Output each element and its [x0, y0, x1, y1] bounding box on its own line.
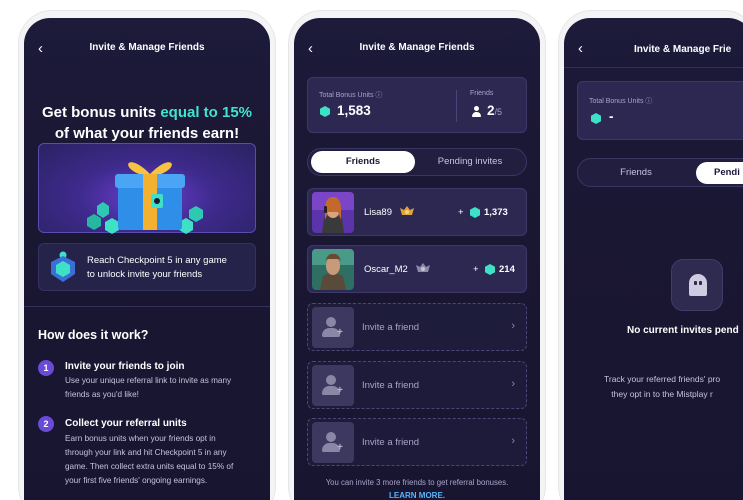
empty-desc-line: Track your referred friends' pro [604, 374, 721, 384]
total-bonus-value: - [609, 109, 614, 124]
unit-gem-icon [470, 207, 480, 218]
learn-more-link[interactable]: LEARN MORE. [294, 491, 540, 500]
step-desc-1: Use your unique referral link to invite … [65, 374, 256, 402]
step-desc-2-line: your first five friends' ongoing earning… [65, 476, 208, 485]
screen-invite-locked: ‹ Invite & Manage Friends Get bonus unit… [24, 18, 270, 500]
section-divider [24, 306, 270, 307]
empty-desc-line: they opt in to the Mistplay r [611, 389, 713, 399]
tab-pending-invites[interactable]: Pending invites [418, 151, 522, 173]
step-title-1: Invite your friends to join [65, 361, 185, 372]
header: ‹ Invite & Manage Friends [294, 18, 540, 78]
step-number-1: 1 [38, 360, 54, 376]
add-user-icon: + [312, 307, 354, 348]
gift-illustration [38, 143, 256, 234]
gold-rank-badge-icon [400, 206, 414, 215]
page-title: Invite & Manage Frie [634, 44, 732, 55]
remaining-invites-note: You can invite 3 more friends to get ref… [325, 478, 509, 487]
checkpoint-line1: Reach Checkpoint 5 in any game [87, 255, 227, 266]
invite-friend-slot[interactable]: + Invite a friend › [307, 418, 527, 466]
friend-row[interactable]: Lisa89 + 1,373 [307, 188, 527, 236]
header: ‹ Invite & Manage Friends [24, 18, 270, 78]
unit-gem-icon [591, 113, 601, 124]
step-desc-1-line: Use your unique referral link to invite … [65, 376, 232, 385]
empty-state-icon [671, 259, 723, 311]
step-title-2: Collect your referral units [65, 418, 187, 429]
ghost-icon [689, 274, 707, 296]
friends-label: Friends [470, 90, 494, 97]
friend-earnings: 214 [499, 264, 515, 275]
headline-highlight: equal to 15% [160, 104, 253, 121]
page-title: Invite & Manage Friends [89, 42, 205, 53]
invite-friend-slot[interactable]: + Invite a friend › [307, 303, 527, 351]
step-desc-2: Earn bonus units when your friends opt i… [65, 432, 256, 488]
tab-friends[interactable]: Friends [311, 151, 415, 173]
chevron-right-icon: › [511, 378, 515, 390]
plus-sign: + [473, 264, 479, 275]
person-icon [471, 106, 481, 117]
empty-state-description: Track your referred friends' pro they op… [604, 372, 720, 402]
total-bonus-value: 1,583 [337, 103, 371, 118]
total-bonus-label: Total Bonus Units ⓘ [319, 92, 383, 99]
add-user-icon: + [312, 365, 354, 406]
tab-bar: Friends Pending invites [307, 148, 527, 176]
step-desc-1-line: friends as you'd like! [65, 390, 139, 399]
header-divider [564, 67, 743, 68]
invite-label: Invite a friend [362, 322, 420, 333]
back-button[interactable]: ‹ [578, 40, 583, 57]
step-desc-2-line: game. Then collect extra units equal to … [65, 462, 234, 471]
friend-earnings: 1,373 [484, 207, 508, 218]
friend-name: Oscar_M2 [364, 264, 408, 275]
invite-label: Invite a friend [362, 380, 420, 391]
how-it-works-title: How does it work? [38, 328, 149, 342]
empty-state-title: No current invites pend [627, 325, 739, 336]
stats-separator [456, 90, 457, 122]
screen-pending-invites: ‹ Invite & Manage Frie Total Bonus Units… [564, 18, 743, 500]
unit-gem-icon [485, 264, 495, 275]
chevron-right-icon: › [511, 320, 515, 332]
gift-box-icon [87, 162, 203, 234]
friends-count-value: 2 [487, 103, 495, 118]
step-number-2: 2 [38, 416, 54, 432]
headline-part2: of what your friends earn! [54, 125, 240, 142]
avatar [312, 192, 354, 233]
add-user-icon: + [312, 422, 354, 463]
checkpoint-banner: Reach Checkpoint 5 in any game to unlock… [38, 243, 256, 291]
stats-card: Total Bonus Units ⓘ 1,583 Friends 2/5 [307, 77, 527, 133]
chevron-right-icon: › [511, 435, 515, 447]
invite-label: Invite a friend [362, 437, 420, 448]
friend-name: Lisa89 [364, 207, 392, 218]
friends-max: /5 [494, 107, 503, 117]
header: ‹ Invite & Manage Frie [564, 18, 743, 78]
step-desc-2-line: through your link and hit Checkpoint 5 i… [65, 448, 227, 457]
page-title: Invite & Manage Friends [359, 42, 475, 53]
checkpoint-line2: to unlock invite your friends [87, 269, 203, 280]
silver-rank-badge-icon [416, 263, 430, 272]
invite-friend-slot[interactable]: + Invite a friend › [307, 361, 527, 409]
tab-bar: Friends Pendi [577, 158, 743, 187]
unit-gem-icon [320, 106, 330, 117]
stats-card: Total Bonus Units ⓘ - [577, 81, 743, 140]
tab-friends[interactable]: Friends [581, 162, 691, 184]
friend-row[interactable]: Oscar_M2 + 214 [307, 245, 527, 293]
screen-friends-list: ‹ Invite & Manage Friends Total Bonus Un… [294, 18, 540, 500]
tab-pending-invites[interactable]: Pendi [696, 162, 743, 184]
headline-part1: Get bonus units [41, 104, 161, 121]
checkpoint-text: Reach Checkpoint 5 in any game to unlock… [87, 254, 227, 282]
avatar [312, 249, 354, 290]
plus-sign: + [458, 207, 464, 218]
checkpoint-shield-icon [51, 251, 75, 282]
friends-count: 2/5 [487, 103, 502, 118]
bonus-headline: Get bonus units equal to 15% of what you… [24, 102, 270, 144]
step-desc-2-line: Earn bonus units when your friends opt i… [65, 434, 216, 443]
total-bonus-label: Total Bonus Units ⓘ [589, 98, 653, 105]
